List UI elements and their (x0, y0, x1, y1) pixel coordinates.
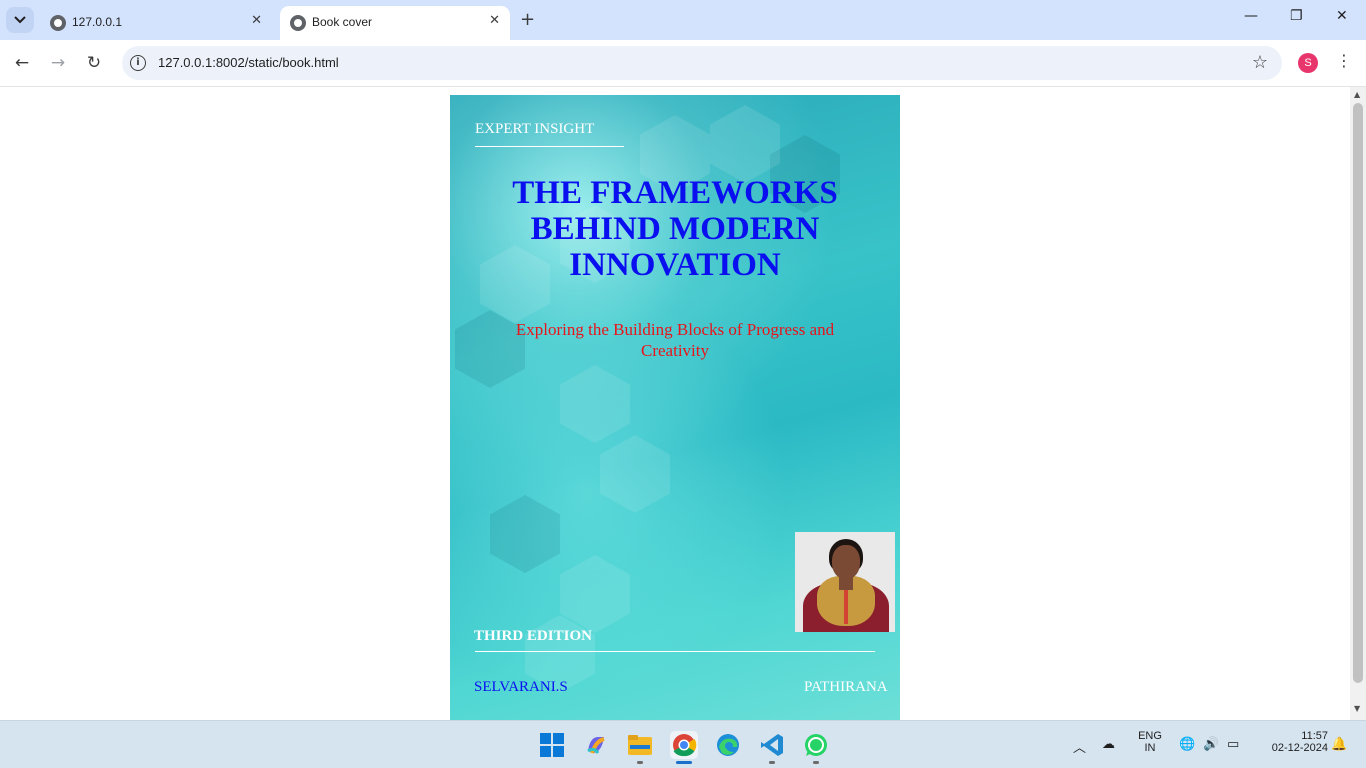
running-indicator (637, 761, 643, 764)
windows-taskbar: ︿ ☁ ENG IN 🌐 🔊 ▭ 11:57 02-12-2024 🔔 (0, 720, 1366, 768)
language-indicator[interactable]: ENG IN (1134, 730, 1166, 754)
tab-localhost[interactable]: 127.0.0.1 ✕ (40, 6, 272, 40)
edge-icon[interactable] (714, 731, 742, 759)
running-indicator (813, 761, 819, 764)
whatsapp-icon[interactable] (802, 731, 830, 759)
tab-strip: 127.0.0.1 ✕ Book cover ✕ + — ❐ ✕ (0, 0, 1366, 40)
close-tab-icon[interactable]: ✕ (251, 13, 262, 28)
active-indicator (676, 761, 692, 764)
scroll-up-icon[interactable]: ▲ (1354, 90, 1360, 99)
top-divider (475, 146, 624, 147)
onedrive-offline-icon[interactable]: ☁ (1102, 737, 1115, 752)
clock-date: 02-12-2024 (1271, 742, 1328, 754)
battery-icon[interactable]: ▭ (1227, 737, 1239, 752)
author-right: PATHIRANA (804, 679, 888, 695)
copilot-icon[interactable] (582, 731, 610, 759)
notification-bell-icon[interactable]: 🔔 (1331, 737, 1347, 752)
address-bar[interactable]: i 127.0.0.1:8002/static/book.html ☆ (122, 46, 1282, 80)
scrollbar-thumb[interactable] (1353, 103, 1363, 683)
new-tab-icon[interactable]: + (520, 9, 535, 30)
restore-icon[interactable]: ❐ (1290, 8, 1303, 24)
minimize-icon[interactable]: — (1244, 8, 1258, 24)
kebab-menu-icon[interactable]: ⋮ (1336, 51, 1352, 70)
clock-time: 11:57 (1301, 730, 1328, 742)
tab-title: Book cover (312, 15, 373, 29)
edition-label: THIRD EDITION (474, 628, 592, 644)
vscode-icon[interactable] (758, 731, 786, 759)
author-photo (795, 532, 895, 632)
network-globe-icon[interactable]: 🌐 (1179, 737, 1195, 752)
show-hidden-icons-chevron[interactable]: ︿ (1073, 737, 1086, 756)
expert-insight-label: EXPERT INSIGHT (475, 121, 595, 137)
hexagon-decoration (600, 435, 670, 513)
forward-icon[interactable]: → (47, 52, 69, 74)
profile-avatar[interactable]: S (1298, 53, 1318, 73)
reload-icon[interactable]: ↻ (83, 52, 105, 74)
tab-title: 127.0.0.1 (72, 15, 123, 29)
book-subtitle: Exploring the Building Blocks of Progres… (515, 320, 835, 360)
chevron-down-icon (14, 16, 26, 24)
hexagon-decoration (490, 495, 560, 573)
file-explorer-icon[interactable] (626, 731, 654, 759)
scroll-down-icon[interactable]: ▼ (1354, 704, 1360, 713)
hexagon-decoration (710, 105, 780, 183)
windows-start-icon[interactable] (538, 731, 566, 759)
close-tab-icon[interactable]: ✕ (489, 13, 500, 28)
close-window-icon[interactable]: ✕ (1336, 8, 1348, 24)
clock[interactable]: 11:57 02-12-2024 (1256, 730, 1328, 754)
book-title: THE FRAMEWORKS BEHIND MODERN INNOVATION (512, 175, 838, 283)
globe-icon (50, 15, 66, 31)
back-icon[interactable]: ← (11, 52, 33, 74)
hexagon-decoration (560, 365, 630, 443)
bottom-divider (475, 651, 875, 652)
volume-icon[interactable]: 🔊 (1203, 737, 1219, 752)
site-info-icon[interactable]: i (130, 55, 146, 71)
running-indicator (769, 761, 775, 764)
url-text[interactable]: 127.0.0.1:8002/static/book.html (158, 55, 339, 70)
vertical-scrollbar[interactable]: ▲ ▼ (1350, 87, 1366, 720)
page-viewport: EXPERT INSIGHT THE FRAMEWORKS BEHIND MOD… (0, 87, 1366, 720)
author-left: SELVARANI.S (474, 679, 568, 695)
bookmark-star-icon[interactable]: ☆ (1252, 52, 1268, 73)
globe-icon (290, 15, 306, 31)
tab-book-cover[interactable]: Book cover ✕ (280, 6, 510, 40)
browser-toolbar: ← → ↻ i 127.0.0.1:8002/static/book.html … (0, 40, 1366, 87)
tab-search-button[interactable] (6, 7, 34, 33)
book-cover: EXPERT INSIGHT THE FRAMEWORKS BEHIND MOD… (450, 95, 900, 720)
chrome-icon[interactable] (670, 731, 698, 759)
